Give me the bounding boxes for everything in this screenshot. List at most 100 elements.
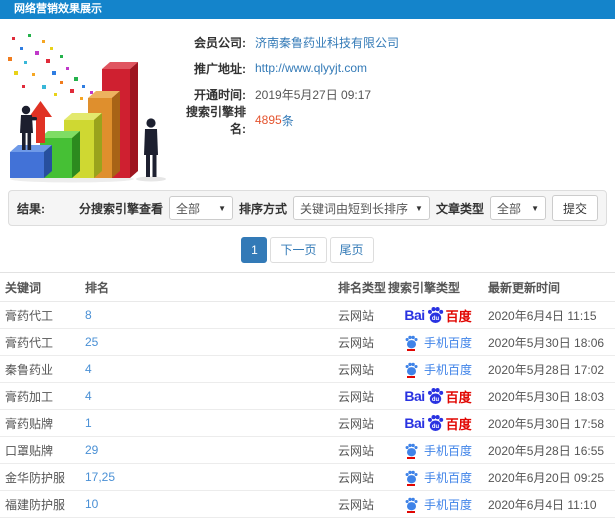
mobile-baidu-paw-icon [404,497,419,513]
info-row-rank-count: 搜索引擎排名: 4895 条 [172,105,399,136]
engine-cell: Bai du 百度 [388,301,488,329]
promo-url-label: 推广地址: [194,61,246,76]
keyword-cell: 口罩贴牌 [0,436,85,464]
rank-link[interactable]: 29 [85,443,98,457]
marketing-clipart-image [8,34,166,183]
rank-type-cell: 云网站 [338,436,388,464]
updated-cell: 2020年6月20日 09:25 [488,463,615,491]
updated-cell: 2020年5月28日 17:02 [488,355,615,383]
info-row-url: 推广地址: http://www.qlyyjt.com [172,55,399,81]
baidu-logo-latin: Bai [404,415,425,431]
engine-cell: Bai du 百度 [388,409,488,437]
company-name-link[interactable]: 济南秦鲁药业科技有限公司 [255,34,399,51]
results-table: 关键词 排名 排名类型 搜索引擎类型 最新更新时间 膏药代工 8 云网站 Bai [0,272,615,520]
mobile-baidu-label: 手机百度 [423,470,472,485]
baidu-logo: Bai du 百度 [404,387,471,406]
baidu-paw-icon: du [427,415,443,431]
table-row: 膏药贴牌 1 云网站 Bai du 百度 2020年5月30日 17:58 [0,409,615,437]
rank-link[interactable]: 25 [85,335,98,349]
table-header-row: 关键词 排名 排名类型 搜索引擎类型 最新更新时间 [0,272,615,302]
open-time-value: 2019年5月27日 09:17 [255,87,372,102]
company-info: 会员公司: 济南秦鲁药业科技有限公司 推广地址: http://www.qlyy… [172,29,399,137]
engine-select[interactable]: 全部 ▼ [169,196,234,220]
page-title: 网络营销效果展示 [14,3,102,15]
baidu-paw-icon: du [427,307,443,323]
rank-count-value: 4895 [255,113,282,127]
sort-select[interactable]: 关键词由短到长排序 ▼ [293,196,430,220]
table-row: 口罩贴牌 29 云网站 手机百度 2020年5月28日 16:55 [0,436,615,464]
rank-link[interactable]: 8 [85,308,92,322]
mobile-baidu-label: 手机百度 [423,497,472,512]
rank-type-cell: 云网站 [338,409,388,437]
pagination-item[interactable]: 尾页 [329,237,374,263]
engine-cell: Bai du 百度 [388,382,488,410]
sort-select-value: 关键词由短到长排序 [300,201,409,216]
pagination-current[interactable]: 1 [241,237,268,263]
sort-label: 排序方式 [239,201,288,216]
updated-cell: 2020年6月4日 11:10 [488,490,615,518]
baidu-paw-icon: du [427,388,443,404]
updated-cell: 2020年5月28日 16:55 [488,436,615,464]
rank-link[interactable]: 4 [85,362,92,376]
header-rank-type: 排名类型 [338,272,388,302]
keyword-cell: 膏药代工 [0,328,85,356]
businessman-right [144,118,158,177]
keyword-cell: 福建防护服 [0,490,85,518]
baidu-logo-latin: Bai [404,388,425,404]
rank-link[interactable]: 4 [85,389,92,403]
engine-cell: 手机百度 [388,328,488,356]
rank-type-cell: 云网站 [338,301,388,329]
rank-cell: 4 [85,382,338,410]
rank-type-cell: 云网站 [338,355,388,383]
updated-cell: 2020年6月4日 11:15 [488,301,615,329]
engine-cell: 手机百度 [388,490,488,518]
info-row-company: 会员公司: 济南秦鲁药业科技有限公司 [172,29,399,55]
baidu-logo: Bai du 百度 [404,306,471,325]
rank-count-suffix-link[interactable]: 条 [282,112,294,129]
baidu-logo-latin: Bai [404,307,425,323]
header-engine-type: 搜索引擎类型 [388,272,488,302]
mobile-baidu-label: 手机百度 [423,443,472,458]
mobile-baidu-logo: 手机百度 [404,442,472,459]
rank-cell: 25 [85,328,338,356]
mobile-baidu-logo: 手机百度 [404,469,472,486]
mobile-baidu-paw-icon [404,443,419,459]
rank-cell: 29 [85,436,338,464]
rank-cell: 17,25 [85,463,338,491]
table-row: 金华防护服 17,25 云网站 手机百度 2020年6月20日 09:25 [0,463,615,491]
engine-cell: 手机百度 [388,463,488,491]
rank-link[interactable]: 1 [85,416,92,430]
rank-link[interactable]: 17,25 [85,470,115,484]
open-time-label: 开通时间: [194,87,246,102]
filter-controls: 分搜索引擎查看 全部 ▼ 排序方式 关键词由短到长排序 ▼ 文章类型 全部 ▼ … [79,195,598,221]
rank-cell: 4 [85,355,338,383]
mobile-baidu-paw-icon [404,362,419,378]
baidu-logo-cn: 百度 [445,308,472,324]
submit-button[interactable]: 提交 [551,195,598,221]
company-label: 会员公司: [194,35,246,50]
baidu-logo-cn: 百度 [445,389,472,405]
chevron-down-icon: ▼ [531,203,539,213]
header-rank: 排名 [85,272,338,302]
updated-cell: 2020年5月30日 18:06 [488,328,615,356]
rank-link[interactable]: 10 [85,497,98,511]
rank-cell: 1 [85,409,338,437]
keyword-cell: 秦鲁药业 [0,355,85,383]
mobile-baidu-logo: 手机百度 [404,361,472,378]
table-row: 膏药代工 25 云网站 手机百度 2020年5月30日 18:06 [0,328,615,356]
keyword-cell: 膏药贴牌 [0,409,85,437]
table-row: 膏药代工 8 云网站 Bai du 百度 2020年6月4日 11:15 [0,301,615,329]
engine-select-value: 全部 [176,201,201,216]
pagination-item[interactable]: 下一页 [270,237,327,263]
rank-type-cell: 云网站 [338,490,388,518]
filter-panel: 结果: 分搜索引擎查看 全部 ▼ 排序方式 关键词由短到长排序 ▼ 文章类型 全… [8,190,607,226]
promo-url-link[interactable]: http://www.qlyyjt.com [255,61,367,75]
engine-cell: 手机百度 [388,355,488,383]
engine-cell: 手机百度 [388,436,488,464]
rank-type-cell: 云网站 [338,463,388,491]
table-row: 膏药加工 4 云网站 Bai du 百度 2020年5月30日 18:03 [0,382,615,410]
keyword-cell: 膏药代工 [0,301,85,329]
article-type-select[interactable]: 全部 ▼ [489,196,546,220]
chevron-down-icon: ▼ [415,203,423,213]
header-updated: 最新更新时间 [488,272,615,302]
